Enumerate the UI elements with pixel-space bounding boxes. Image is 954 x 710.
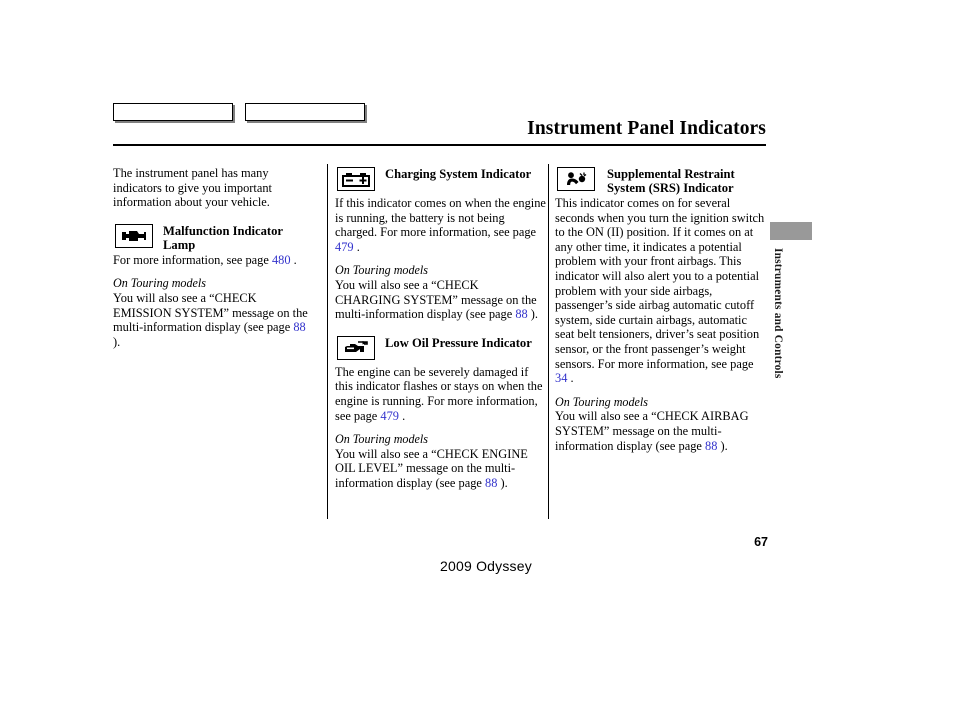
- page-reference[interactable]: 479: [335, 240, 354, 254]
- touring-post: ).: [497, 475, 508, 490]
- touring-post: ).: [113, 334, 121, 349]
- page-reference[interactable]: 480: [272, 253, 291, 267]
- column-divider-2: [548, 164, 549, 519]
- page-reference[interactable]: 88: [293, 320, 305, 334]
- title-underline: [113, 144, 766, 146]
- column-divider-1: [327, 164, 328, 519]
- body-post: .: [353, 239, 360, 254]
- indicator-body: The engine can be severely damaged if th…: [335, 365, 547, 423]
- page-reference[interactable]: 88: [515, 307, 527, 321]
- body-post: .: [399, 408, 406, 423]
- touring-body: You will also see a “CHECK CHARGING SYST…: [335, 278, 547, 322]
- column-2: Charging System Indicator If this indica…: [335, 166, 547, 491]
- page-reference[interactable]: 34: [555, 371, 567, 385]
- top-nav-boxes: [113, 103, 365, 121]
- touring-models-heading: On Touring models: [335, 263, 428, 278]
- page-reference[interactable]: 88: [705, 439, 717, 453]
- section-tab-label: Instruments and Controls: [772, 248, 784, 379]
- indicator-body: If this indicator comes on when the engi…: [335, 196, 547, 254]
- indicator-title: Supplemental Restraint System (SRS) Indi…: [607, 167, 735, 196]
- column-1: The instrument panel has many indicators…: [113, 166, 309, 349]
- touring-models-heading: On Touring models: [335, 432, 428, 447]
- indicator-title: Low Oil Pressure Indicator: [385, 335, 532, 350]
- touring-pre: You will also see a “CHECK EMISSION SYST…: [113, 290, 308, 335]
- oil-can-icon: [337, 335, 375, 360]
- indicator-srs-indicator: Supplemental Restraint System (SRS) Indi…: [555, 166, 769, 196]
- indicator-title: Malfunction Indicator Lamp: [163, 223, 283, 253]
- body-pre: The engine can be severely damaged if th…: [335, 364, 543, 423]
- body-post: .: [290, 252, 297, 267]
- manual-page: Instrument Panel Indicators The instrume…: [0, 0, 954, 710]
- nav-box-2[interactable]: [245, 103, 365, 121]
- page-number: 67: [754, 535, 768, 549]
- touring-post: ).: [527, 307, 539, 322]
- body-post: .: [567, 371, 574, 386]
- indicator-body: For more information, see page 480 .: [113, 253, 309, 268]
- page-title: Instrument Panel Indicators: [527, 118, 766, 139]
- touring-body: You will also see a “CHECK EMISSION SYST…: [113, 291, 309, 349]
- touring-models-heading: On Touring models: [113, 276, 206, 291]
- touring-body: You will also see a “CHECK AIRBAG SYSTEM…: [555, 409, 769, 453]
- model-footer: 2009 Odyssey: [440, 558, 532, 574]
- airbag-icon: [557, 167, 595, 191]
- touring-body: You will also see a “CHECK ENGINE OIL LE…: [335, 447, 547, 491]
- indicator-body: This indicator comes on for several seco…: [555, 196, 769, 386]
- indicator-charging-system-indicator: Charging System Indicator: [335, 166, 547, 196]
- column-3: Supplemental Restraint System (SRS) Indi…: [555, 166, 769, 453]
- battery-icon: [337, 167, 375, 191]
- body-pre: For more information, see page: [113, 252, 272, 267]
- touring-pre: You will also see a “CHECK CHARGING SYST…: [335, 277, 537, 322]
- indicator-title: Charging System Indicator: [385, 167, 532, 181]
- page-reference[interactable]: 479: [380, 409, 399, 423]
- indicator-malfunction-indicator-lamp: Malfunction Indicator Lamp: [113, 223, 309, 253]
- engine-icon: [115, 223, 153, 248]
- touring-models-heading: On Touring models: [555, 394, 648, 409]
- body-pre: This indicator comes on for several seco…: [555, 196, 765, 371]
- indicator-low-oil-pressure-indicator: Low Oil Pressure Indicator: [335, 335, 547, 365]
- body-pre: If this indicator comes on when the engi…: [335, 196, 546, 240]
- page-reference[interactable]: 88: [485, 476, 497, 490]
- touring-post: ).: [717, 438, 728, 453]
- nav-box-1[interactable]: [113, 103, 233, 121]
- section-tab-block: [770, 222, 812, 240]
- intro-paragraph: The instrument panel has many indicators…: [113, 166, 272, 210]
